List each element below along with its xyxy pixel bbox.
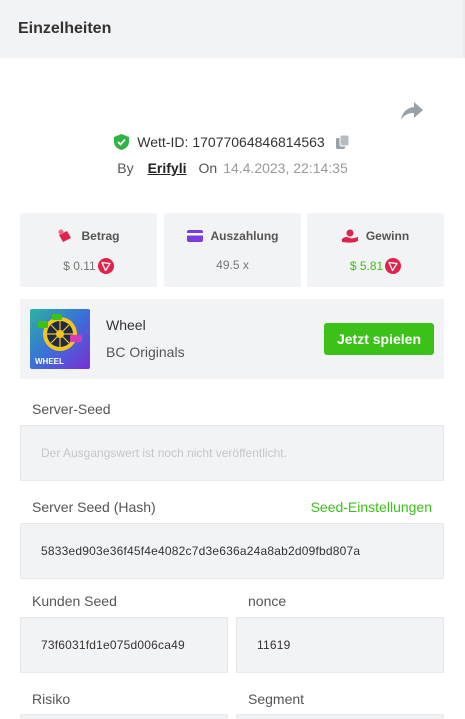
stat-value: 49.5 x: [216, 258, 249, 272]
stat-value: $ 5.81: [349, 259, 384, 273]
nonce-field[interactable]: 11619: [236, 617, 444, 673]
stat-card-profit: Gewinn $ 5.81: [307, 213, 444, 287]
bet-id-row: Wett-ID: 17077064846814563: [0, 131, 465, 153]
game-provider: BC Originals: [106, 344, 185, 360]
server-seed-hash-field[interactable]: 5833ed903e36f45f4e4082c7d3e636a24a8ab2d0…: [20, 523, 444, 579]
hand-coin-icon: [341, 229, 358, 243]
game-name: Wheel: [106, 317, 146, 333]
stat-label: Gewinn: [365, 229, 410, 243]
trx-coin-icon: [97, 258, 114, 274]
nonce-label: nonce: [248, 593, 287, 609]
verified-shield-icon: [114, 134, 130, 150]
wheel-game-thumbnail[interactable]: WHEEL: [30, 309, 90, 369]
bet-meta-row: By Erifyli On 14.4.2023, 22:14:35: [0, 157, 465, 179]
by-label: By: [117, 160, 134, 176]
stat-label: Auszahlung: [210, 229, 279, 243]
server-seed-label: Server-Seed: [32, 401, 111, 417]
bet-id-value: 17077064846814563: [192, 134, 325, 150]
share-icon[interactable]: [399, 99, 425, 123]
bet-id-label: Wett-ID:: [137, 134, 189, 150]
card-icon: [186, 230, 203, 242]
page-title: Einzelheiten: [18, 20, 112, 37]
nonce-value: 11619: [257, 638, 291, 652]
segment-label: Segment: [248, 691, 305, 707]
bag-icon: [58, 229, 72, 242]
risk-label: Risiko: [32, 691, 71, 707]
segment-field[interactable]: [236, 714, 444, 719]
game-card: WHEEL Wheel BC Originals Jetzt spielen: [20, 299, 444, 379]
server-seed-field[interactable]: Der Ausgangswert ist noch nicht veröffen…: [20, 425, 444, 481]
stat-card-payout: Auszahlung 49.5 x: [164, 213, 301, 287]
client-seed-value: 73f6031fd1e075d006ca49: [41, 638, 185, 652]
copy-icon[interactable]: [335, 134, 351, 150]
stat-value: $ 0.11: [63, 259, 96, 273]
stat-card-amount: Betrag $ 0.11: [20, 213, 157, 287]
risk-field[interactable]: [20, 714, 228, 719]
thumb-title: WHEEL: [35, 357, 64, 366]
client-seed-field[interactable]: 73f6031fd1e075d006ca49: [20, 617, 228, 673]
details-header: Einzelheiten: [0, 0, 465, 58]
seed-settings-link[interactable]: Seed-Einstellungen: [311, 499, 432, 515]
server-seed-hash-value: 5833ed903e36f45f4e4082c7d3e636a24a8ab2d0…: [41, 544, 361, 558]
server-seed-placeholder: Der Ausgangswert ist noch nicht veröffen…: [41, 446, 287, 460]
trx-coin-icon: [385, 258, 402, 274]
server-seed-hash-label: Server Seed (Hash): [32, 499, 156, 515]
on-label: On: [198, 160, 218, 176]
user-link[interactable]: Erifyli: [148, 160, 187, 176]
play-now-button[interactable]: Jetzt spielen: [324, 323, 434, 355]
client-seed-label: Kunden Seed: [32, 593, 117, 609]
stat-label: Betrag: [81, 229, 120, 243]
bet-date: 14.4.2023, 22:14:35: [223, 160, 348, 176]
